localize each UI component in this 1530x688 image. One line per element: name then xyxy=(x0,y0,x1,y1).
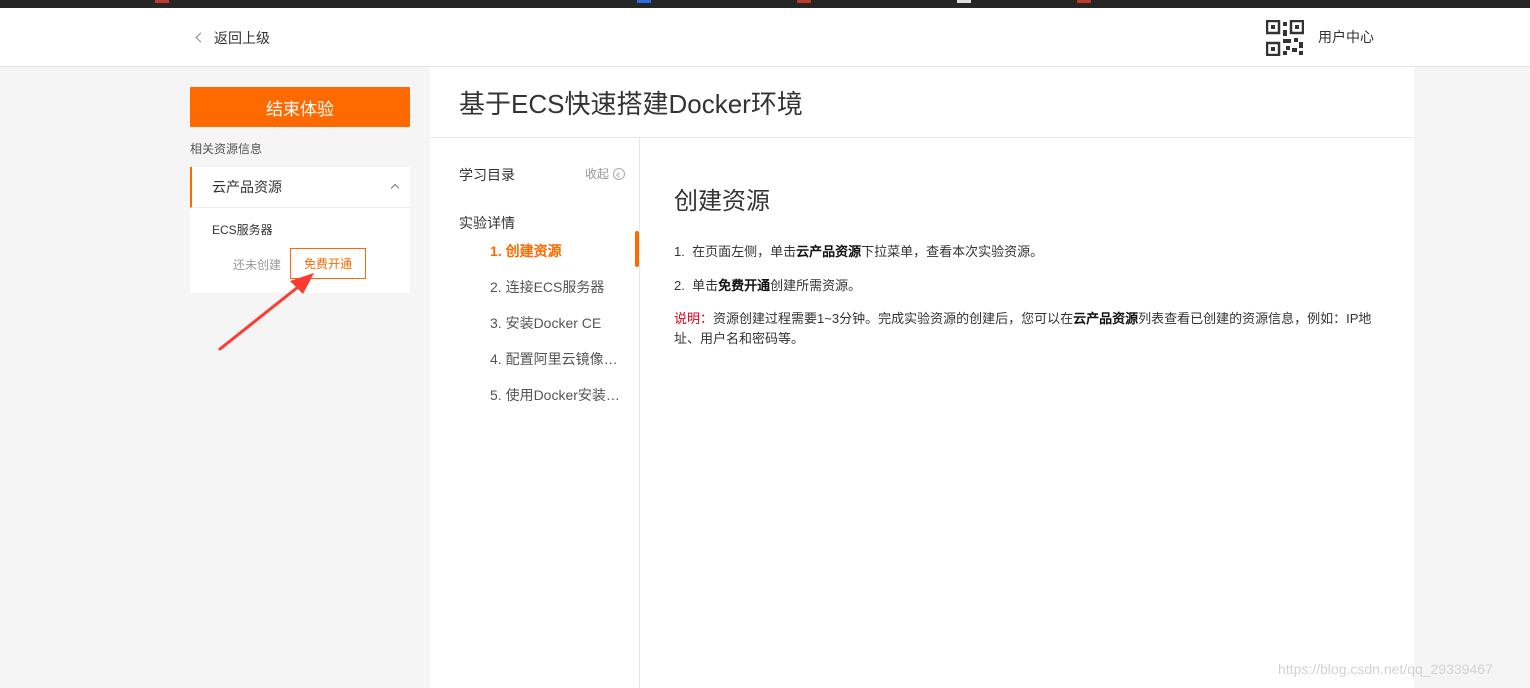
toc-item-create-resources[interactable]: 1. 创建资源 xyxy=(490,241,620,261)
qr-code-icon[interactable] xyxy=(1266,20,1304,56)
top-header: 返回上级 用户中心 xyxy=(0,8,1530,67)
note-bold-text: 云产品资源 xyxy=(1073,311,1139,326)
active-item-indicator xyxy=(635,231,639,267)
tab-marker xyxy=(155,0,169,3)
collapse-label: 收起 xyxy=(585,167,610,181)
user-center-link[interactable]: 用户中心 xyxy=(1318,8,1374,67)
step-bold-text: 云产品资源 xyxy=(796,244,862,259)
chevron-left-icon xyxy=(195,32,206,43)
tab-marker xyxy=(1077,0,1091,3)
table-of-contents: 学习目录 收起 实验详情 1. 创建资源 2. 连接ECS服务器 3. 安装Do… xyxy=(430,138,640,688)
note-text: 资源创建过程需要1~3分钟。完成实验资源的创建后，您可以在 xyxy=(713,311,1074,326)
step-text: 创建所需资源。 xyxy=(770,278,862,293)
ecs-server-label: ECS服务器 xyxy=(212,223,273,237)
toc-item-install-nginx[interactable]: 5. 使用Docker安装Nginx服务 xyxy=(490,385,620,405)
back-link[interactable]: 返回上级 xyxy=(195,8,270,67)
page-title: 基于ECS快速搭建Docker环境 xyxy=(430,67,1414,138)
step-number: 1. xyxy=(674,244,685,259)
collapse-icon xyxy=(613,167,626,180)
back-label: 返回上级 xyxy=(214,29,270,46)
content-heading: 创建资源 xyxy=(674,188,770,215)
cloud-products-label: 云产品资源 xyxy=(212,179,282,195)
step-text: 下拉菜单，查看本次实验资源。 xyxy=(861,244,1044,259)
step-text: 单击 xyxy=(692,278,719,293)
step-2: 2. 单击免费开通创建所需资源。 xyxy=(674,275,861,294)
step-1: 1. 在页面左侧，单击云产品资源下拉菜单，查看本次实验资源。 xyxy=(674,241,1043,260)
watermark: https://blog.csdn.net/qq_29339467 xyxy=(1278,661,1493,677)
note-block: 说明：资源创建过程需要1~3分钟。完成实验资源的创建后，您可以在云产品资源列表查… xyxy=(674,309,1384,349)
toc-section-label: 实验详情 xyxy=(459,215,515,231)
step-bold-text: 免费开通 xyxy=(718,278,771,293)
collapse-toc-button[interactable]: 收起 xyxy=(585,165,626,182)
browser-top-strip xyxy=(0,0,1530,8)
step-text: 在页面左侧，单击 xyxy=(692,244,797,259)
tab-marker xyxy=(797,0,811,3)
tab-marker xyxy=(957,0,971,3)
cloud-products-dropdown[interactable]: 云产品资源 xyxy=(190,167,410,208)
resources-info-label: 相关资源信息 xyxy=(190,142,263,156)
end-experience-button[interactable]: 结束体验 xyxy=(190,87,410,127)
step-number: 2. xyxy=(674,278,685,293)
toc-item-connect-ecs[interactable]: 2. 连接ECS服务器 xyxy=(490,277,620,297)
toc-item-configure-mirror[interactable]: 4. 配置阿里云镜像仓库（镜像加速器） xyxy=(490,349,620,369)
annotation-arrow xyxy=(218,273,314,351)
tab-marker xyxy=(637,0,651,3)
main-panel: 基于ECS快速搭建Docker环境 学习目录 收起 实验详情 1. 创建资源 2… xyxy=(430,67,1414,688)
chevron-up-icon xyxy=(390,183,400,193)
toc-item-install-docker[interactable]: 3. 安装Docker CE xyxy=(490,313,620,333)
note-label: 说明： xyxy=(674,311,714,326)
toc-title: 学习目录 xyxy=(459,167,515,183)
